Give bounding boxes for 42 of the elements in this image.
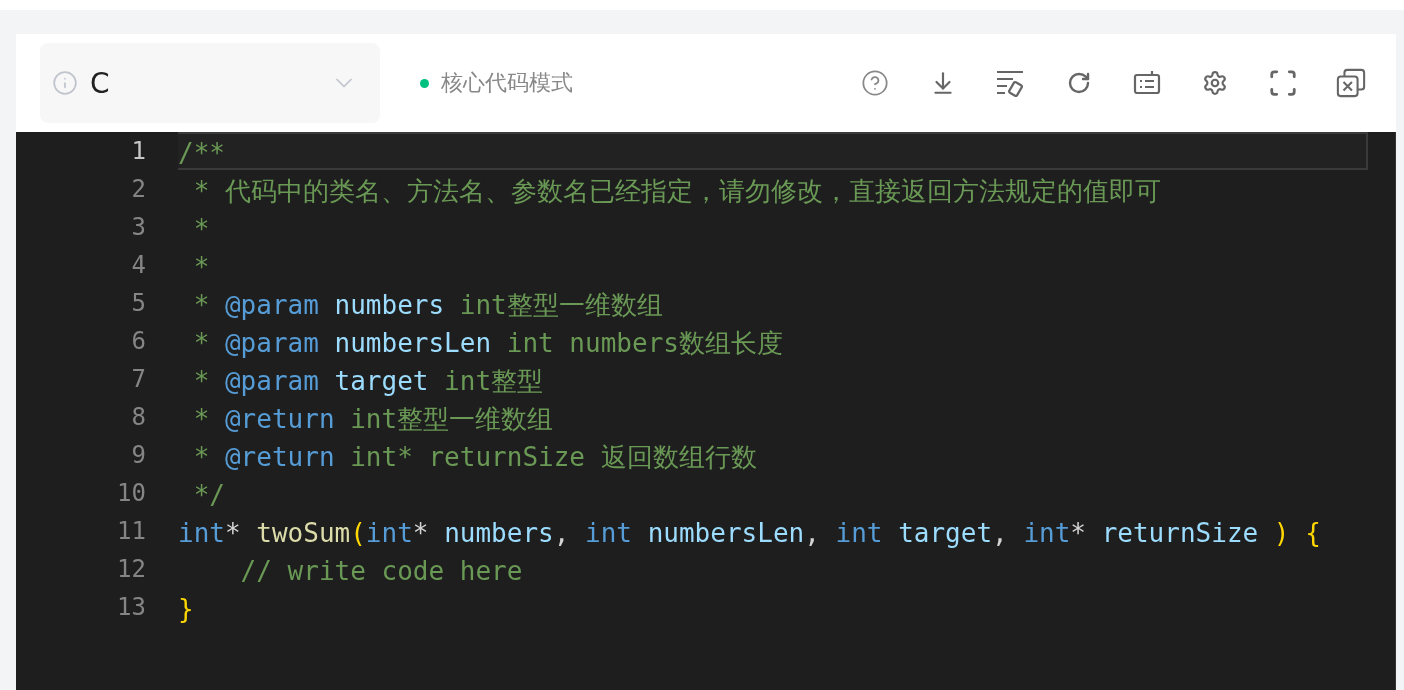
code-line: *: [192, 251, 211, 284]
line-number: 11: [117, 516, 146, 547]
fullscreen-button[interactable]: [1268, 68, 1298, 98]
help-button[interactable]: [860, 68, 890, 98]
language-select[interactable]: C: [40, 43, 380, 123]
line-number: 12: [117, 554, 146, 585]
fullscreen-icon: [1268, 68, 1298, 98]
code-line: * @return int整型一维数组: [192, 403, 555, 436]
code-line: * @param numbersLen int numbers数组长度: [192, 327, 784, 360]
code-line: * @param target int整型: [192, 365, 545, 398]
line-number: 4: [131, 250, 146, 281]
line-number: 5: [131, 288, 146, 319]
line-number: 6: [131, 326, 146, 357]
info-icon: [52, 70, 78, 96]
language-value: C: [90, 66, 111, 100]
line-number: 1: [131, 136, 146, 167]
code-line: * @param numbers int整型一维数组: [192, 289, 664, 322]
code-line: int* twoSum(int* numbers, int numbersLen, int target, int* returnSize ) {: [178, 517, 1322, 550]
code-line: */: [192, 479, 226, 512]
code-line: *: [192, 213, 211, 246]
line-number: 2: [131, 174, 146, 205]
code-line: * @return int* returnSize 返回数组行数: [192, 441, 758, 474]
keyboard-icon: [1133, 70, 1161, 96]
line-number: 3: [131, 212, 146, 243]
refresh-icon: [1067, 71, 1091, 95]
code-line: // write code here: [239, 555, 524, 588]
mode-label: 核心代码模式: [441, 69, 573, 97]
format-button[interactable]: [996, 68, 1026, 98]
line-number: 13: [117, 592, 146, 623]
code-line: }: [178, 593, 195, 626]
code-line: * 代码中的类名、方法名、参数名已经指定，请勿修改，直接返回方法规定的值即可: [192, 175, 1162, 208]
close-windows-button[interactable]: [1336, 68, 1366, 98]
code-editor[interactable]: [16, 132, 1396, 690]
line-number: 9: [131, 440, 146, 471]
line-number: 8: [131, 402, 146, 433]
list-eraser-icon: [996, 69, 1026, 97]
help-icon: [861, 69, 889, 97]
close-windows-icon: [1336, 67, 1366, 99]
settings-icon: [1202, 70, 1228, 96]
line-number: 7: [131, 364, 146, 395]
line-number: 10: [117, 478, 146, 509]
status-dot: [420, 78, 429, 88]
